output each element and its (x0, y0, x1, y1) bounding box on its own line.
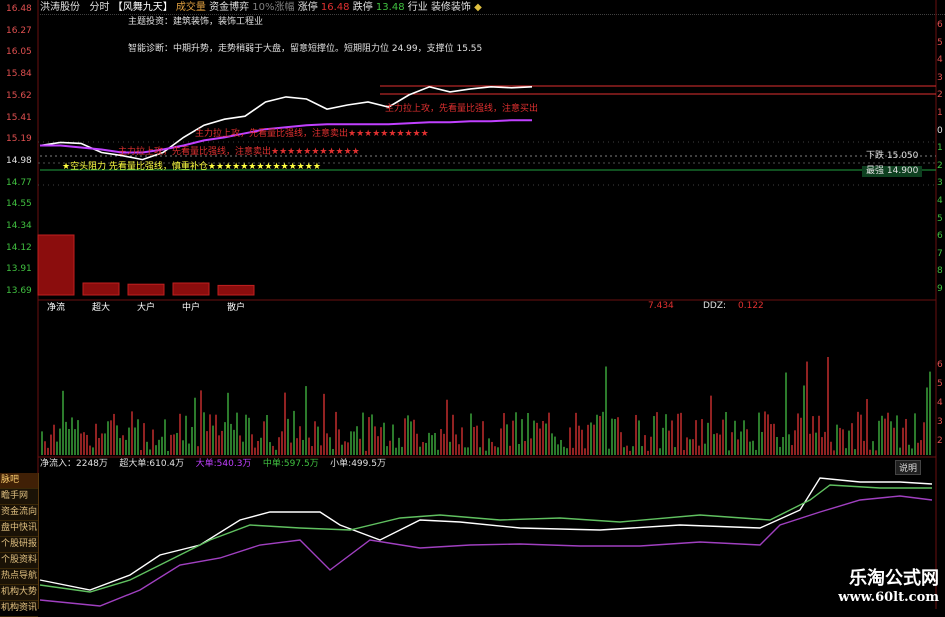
sidebar-item[interactable]: 资金流向 (0, 505, 38, 521)
left-sidebar: 脉吧 瞻手网 资金流向 盘中快讯 个股研报 个股资料 热点导航 机构大势 机构资讯 (0, 473, 39, 617)
flow-bar-label: 净流 (46, 303, 65, 313)
capital-line-green (39, 484, 932, 593)
right-axis-tick: 9 (937, 284, 943, 294)
support-label-text: 最强 (866, 166, 885, 176)
right-axis-tick: 0 (937, 125, 943, 136)
flow-bar (82, 282, 120, 296)
signal-label-3: 主力拉上攻，先看量比强线，注意卖出★★★★★★★★★★★ (118, 147, 360, 157)
volume-axis-tick: 2 (937, 436, 943, 446)
pressure-value: 15.050 (886, 151, 919, 161)
watermark: 乐淘公式网 www.60lt.com (838, 564, 939, 605)
capital-line-white (39, 477, 933, 591)
pressure-label-text: 下跌 (866, 151, 885, 161)
volume-axis-tick: 3 (937, 417, 943, 427)
right-axis-tick: 2 (937, 90, 943, 101)
flow-bar-label: 中户 (181, 303, 200, 313)
flow-bar (217, 284, 255, 296)
legend-small: 小单:499.5万 (330, 459, 386, 469)
watermark-url: www.60lt.com (838, 590, 939, 605)
right-axis-tick: 4 (937, 196, 943, 206)
right-axis-tick: 6 (937, 231, 943, 242)
flow-bar-label: 大户 (136, 303, 155, 313)
right-axis-tick: 6 (937, 20, 943, 30)
right-axis-tick: 1 (937, 143, 943, 154)
sidebar-item[interactable]: 盘中快讯 (0, 521, 38, 537)
ddz-value: 0.122 (738, 301, 764, 311)
legend-large: 大单:540.3万 (195, 459, 252, 469)
signal-label-1: 主力拉上攻，先看量比强线，注意买出 (385, 104, 539, 114)
support-value: 14.900 (886, 166, 919, 176)
sidebar-item[interactable]: 个股研报 (0, 537, 38, 553)
flow-bar-label: 散户 (226, 303, 245, 313)
sidebar-item[interactable]: 热点导航 (0, 569, 38, 585)
volume-axis-tick: 5 (937, 379, 943, 389)
signal-label-2: 主力拉上攻，先看量比强线，注意卖出★★★★★★★★★★ (195, 129, 429, 139)
volume-axis: 6 5 4 3 2 (936, 300, 945, 460)
sidebar-item[interactable]: 机构资讯 (0, 601, 38, 617)
sidebar-item[interactable]: 个股资料 (0, 553, 38, 569)
ddz-left-value: 7.434 (648, 301, 674, 311)
right-axis-tick: 4 (937, 55, 943, 66)
signal-label-4: ★空头阻力 先看量比强线，慎重补仓★★★★★★★★★★★★★★ (62, 162, 321, 172)
right-axis-tick: 3 (937, 72, 943, 83)
right-axis-tick: 2 (937, 160, 943, 171)
right-axis: 6 5 4 3 2 1 0 1 2 3 4 5 6 7 8 9 (936, 0, 945, 300)
right-axis-tick: 7 (937, 248, 943, 259)
right-axis-tick: 1 (937, 108, 943, 118)
watermark-title: 乐淘公式网 (849, 568, 939, 589)
capital-legend: 净流入：2248万 超大单:610.4万 大单:540.3万 中单:597.5万… (40, 459, 386, 470)
pressure-label: 下跌 15.050 (866, 151, 918, 162)
explain-button[interactable]: 说明 (894, 460, 921, 475)
flow-bar (37, 234, 75, 296)
right-axis-tick: 5 (937, 37, 943, 48)
right-axis-tick: 8 (937, 266, 943, 277)
flow-bar (172, 282, 210, 296)
ddz-label: DDZ: (703, 301, 727, 311)
volume-axis-tick: 4 (937, 398, 943, 408)
sidebar-item[interactable]: 机构大势 (0, 585, 38, 601)
legend-medium: 中单:597.5万 (262, 459, 319, 469)
sidebar-item[interactable]: 瞻手网 (0, 489, 38, 505)
sidebar-item[interactable]: 脉吧 (0, 473, 38, 489)
support-label: 最强 14.900 (862, 166, 923, 177)
flow-bar (127, 283, 165, 296)
volume-axis-tick: 6 (937, 360, 943, 370)
right-axis-tick: 5 (937, 213, 943, 224)
legend-super-large: 超大单:610.4万 (119, 459, 185, 469)
flow-bar-label: 超大 (91, 303, 110, 313)
legend-net-inflow: 净流入：2248万 (40, 459, 108, 469)
right-axis-tick: 3 (937, 178, 943, 189)
